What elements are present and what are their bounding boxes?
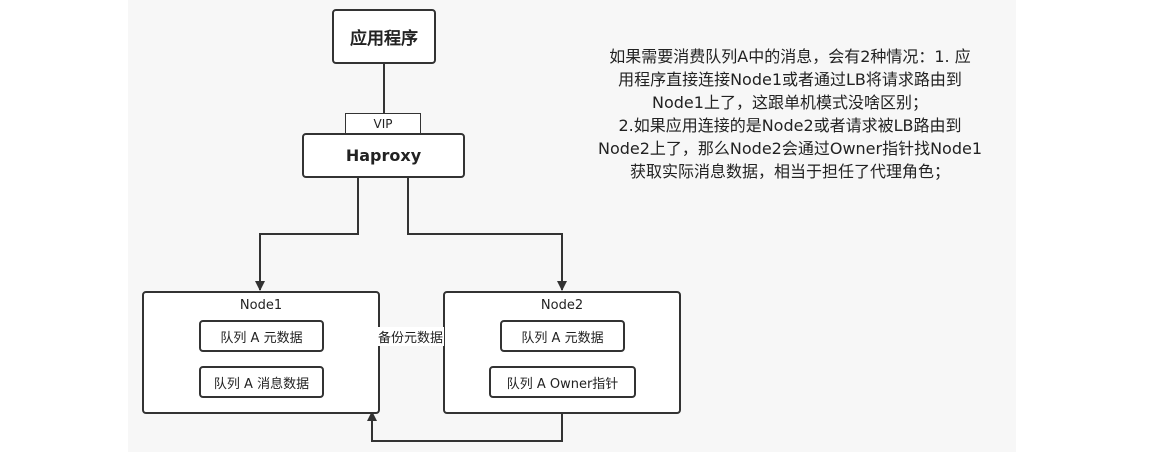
note-line: 如果需要消费队列A中的消息，会有2种情况：1. 应 (609, 47, 971, 66)
node2-title: Node2 (540, 298, 584, 313)
haproxy-to-node2-arrow (407, 178, 567, 291)
haproxy-to-node1-arrow (255, 178, 359, 291)
node2-queue-metadata-box: 队列 A 元数据 (500, 320, 625, 352)
app-node: 应用程序 (332, 9, 436, 64)
note-line: 2.如果应用连接的是Node2或者请求被LB路由到 (618, 116, 962, 135)
node1-queue-message-box: 队列 A 消息数据 (199, 366, 324, 398)
vip-label: VIP (345, 113, 421, 135)
node1-title: Node1 (239, 298, 283, 313)
note-line: Node1上了，这跟单机模式没啥区别； (652, 93, 928, 112)
node1-queue-metadata-box: 队列 A 元数据 (199, 320, 324, 352)
explanation-note: 如果需要消费队列A中的消息，会有2种情况：1. 应 用程序直接连接Node1或者… (560, 45, 1020, 183)
note-line: Node2上了，那么Node2会通过Owner指针找Node1 (597, 139, 983, 158)
haproxy-node: Haproxy (302, 133, 465, 178)
note-line: 获取实际消息数据，相当于担任了代理角色； (629, 162, 950, 181)
node2-owner-pointer-box: 队列 A Owner指针 (489, 366, 636, 398)
note-line: 用程序直接连接Node1或者通过LB将请求路由到 (618, 70, 962, 89)
backup-metadata-label: 备份元数据 (377, 327, 445, 346)
